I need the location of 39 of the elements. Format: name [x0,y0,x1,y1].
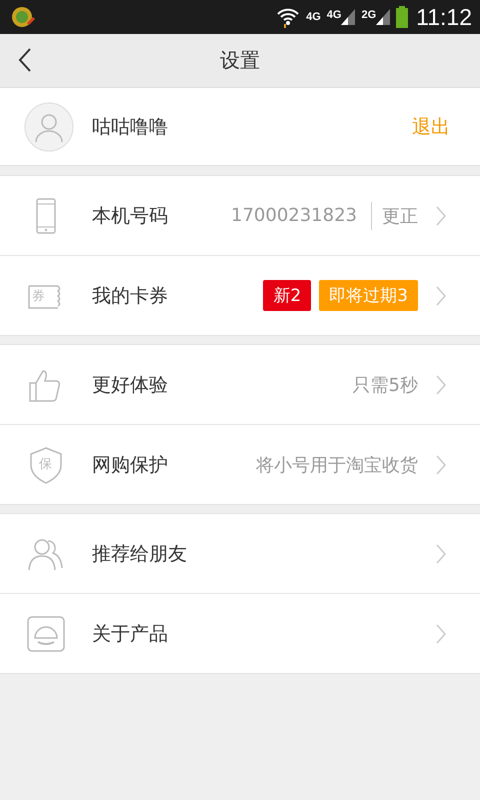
status-badge: 即将过期3 [319,280,418,311]
chevron-right-icon [436,206,446,226]
row-value: 只需5秒 [352,374,418,396]
chevron-right-icon [436,544,446,564]
app-notification-icon [10,4,36,30]
chevron-right-icon [436,454,446,474]
network-label: 4G [326,9,342,21]
avatar-icon [24,102,74,152]
row-label: 网购保护 [92,452,168,478]
chevron-right-icon [436,286,446,306]
chevron-right-icon [436,624,446,644]
clock: 11:12 [416,4,472,30]
row-label: 关于产品 [92,622,168,646]
status-badge: 新2 [263,280,312,311]
row-label: 本机号码 [92,204,168,228]
settings-row[interactable]: 本机号码 17000231823 更正 [0,176,480,256]
page-title: 设置 [220,47,260,74]
icon-glyph: 券 [32,290,45,302]
network-label: 4G [306,11,321,23]
settings-row[interactable]: 保 网购保护 将小号用于淘宝收货 [0,425,480,504]
row-value: 17000231823 [231,205,357,226]
row-label: 我的卡券 [92,284,168,308]
row-label: 更好体验 [92,372,168,398]
row-value: 将小号用于淘宝收货 [256,454,418,476]
user-name: 咕咕噜噜 [92,114,169,140]
signal-icon [341,9,356,25]
settings-row[interactable]: 推荐给朋友 [0,514,480,594]
settings-row[interactable]: 更好体验 只需5秒 [0,345,480,425]
settings-row[interactable]: 关于产品 [0,594,480,673]
battery-icon [396,6,408,28]
network-label: 2G [361,9,376,21]
settings-row[interactable]: 券 我的卡券 新2 即将过期3 [0,256,480,335]
signal-icon [376,9,390,25]
row-label: 推荐给朋友 [92,542,187,566]
back-icon [18,48,32,72]
chevron-right-icon [436,374,446,394]
icon-glyph: 保 [39,458,52,470]
wifi-icon [276,6,300,28]
product-icon [26,614,66,654]
